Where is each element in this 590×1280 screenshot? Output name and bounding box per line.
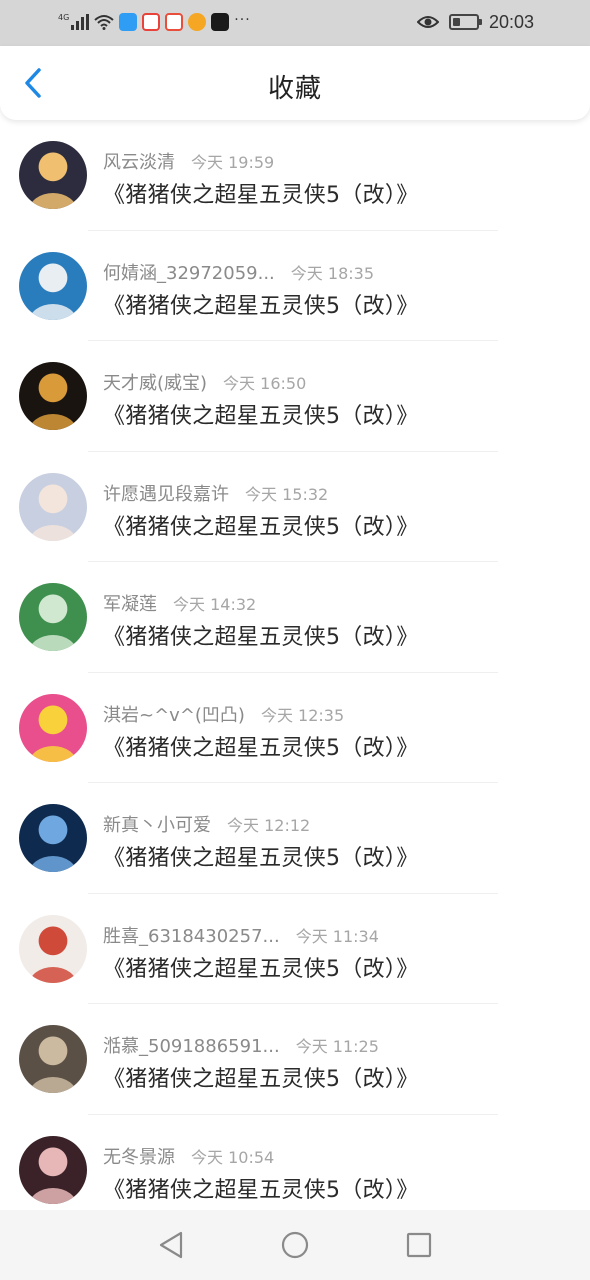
username: 湉慕_5091886591... [103,1036,280,1057]
avatar[interactable] [19,914,87,983]
avatar[interactable] [19,1025,87,1093]
favorite-title: 《猪猪侠之超星五灵侠5（改）》 [103,1067,419,1092]
weibo-icon [188,13,207,31]
network-type: 4G [58,12,70,22]
avatar[interactable] [19,251,87,320]
user-avatar-icon [29,1077,77,1093]
favorite-title: 《猪猪侠之超星五灵侠5（改）》 [103,735,419,761]
nav-recents-button[interactable] [389,1215,449,1275]
avatar[interactable] [19,804,87,872]
more-notifications-icon: ··· [234,12,251,28]
timestamp: 今天 12:35 [260,705,345,725]
avatar[interactable] [19,1135,87,1204]
circle-home-icon [281,1231,309,1259]
map-pin-app-icon [165,13,184,31]
avatar[interactable] [19,362,87,430]
list-item[interactable]: 许愿遇见段嘉许 今天 15:32 《猪猪侠之超星五灵侠5（改）》 [0,452,590,562]
timestamp: 今天 14:32 [173,595,257,614]
username: 军凝莲 [103,594,157,615]
list-item[interactable]: 风云淡清 今天 19:59 《猪猪侠之超星五灵侠5（改）》 [0,120,590,231]
list-item[interactable]: 淇岩~^v^(凹凸) 今天 12:35 《猪猪侠之超星五灵侠5（改）》 [0,673,590,783]
list-item[interactable]: 天才威(威宝) 今天 16:50 《猪猪侠之超星五灵侠5（改）》 [0,341,590,452]
username: 淇岩~^v^(凹凸) [103,704,245,726]
signal-icon [71,14,90,30]
favorite-title: 《猪猪侠之超星五灵侠5（改）》 [103,514,419,540]
list-item[interactable]: 新真丶小可爱 今天 12:12 《猪猪侠之超星五灵侠5（改）》 [0,783,590,894]
user-line: 胜喜_6318430257... 今天 11:34 [103,922,379,948]
favorite-title: 《猪猪侠之超星五灵侠5（改）》 [103,183,419,208]
favorite-title: 《猪猪侠之超星五灵侠5（改）》 [103,404,419,429]
timestamp: 今天 11:34 [295,926,379,946]
square-recents-icon [406,1232,432,1258]
user-avatar-icon [29,856,77,872]
header: 收藏 [0,46,590,120]
battery-icon [448,14,482,30]
timestamp: 今天 16:50 [223,374,307,393]
user-line: 天才威(威宝) 今天 16:50 [103,369,306,395]
list-item[interactable]: 无冬景源 今天 10:54 《猪猪侠之超星五灵侠5（改）》 [0,1115,590,1211]
timestamp: 今天 12:12 [227,816,311,835]
user-avatar-icon [29,414,77,430]
user-line: 军凝莲 今天 14:32 [103,590,256,616]
clock: 20:03 [488,11,534,32]
page-title: 收藏 [267,74,322,104]
username: 胜喜_6318430257... [103,925,280,947]
list-item[interactable]: 军凝莲 今天 14:32 《猪猪侠之超星五灵侠5（改）》 [0,562,590,673]
favorite-title: 《猪猪侠之超星五灵侠5（改）》 [103,625,419,650]
user-line: 淇岩~^v^(凹凸) 今天 12:35 [103,701,344,727]
timestamp: 今天 18:35 [290,263,374,283]
user-avatar-icon [29,1187,77,1204]
username: 风云淡清 [103,152,175,173]
list-item[interactable]: 湉慕_5091886591... 今天 11:25 《猪猪侠之超星五灵侠5（改）》 [0,1004,590,1115]
status-right: 20:03 [416,11,534,33]
username: 新真丶小可爱 [103,815,211,836]
user-line: 许愿遇见段嘉许 今天 15:32 [103,480,328,506]
user-avatar-icon [29,303,77,320]
user-line: 何婧涵_32972059... 今天 18:35 [103,259,374,285]
timestamp: 今天 10:54 [191,1147,275,1167]
user-avatar-icon [29,193,77,209]
username: 无冬景源 [103,1146,175,1168]
timestamp: 今天 11:25 [295,1037,379,1056]
nav-home-button[interactable] [265,1215,325,1275]
user-line: 无冬景源 今天 10:54 [103,1143,274,1169]
timestamp: 今天 15:32 [245,484,329,504]
system-nav-bar [0,1210,590,1280]
eye-comfort-icon [416,16,439,28]
username: 何婧涵_32972059... [103,262,275,284]
avatar[interactable] [19,472,87,541]
status-left: 4G ··· [58,11,251,33]
user-avatar-icon [29,635,77,651]
user-avatar-icon [29,524,77,541]
favorite-title: 《猪猪侠之超星五灵侠5（改）》 [103,293,419,319]
user-avatar-icon [29,966,77,983]
tiktok-icon [211,13,230,31]
battery-level [452,18,460,26]
user-line: 新真丶小可爱 今天 12:12 [103,811,310,837]
favorite-title: 《猪猪侠之超星五灵侠5（改）》 [103,956,419,982]
status-bar: 4G ··· 20:03 [0,0,590,46]
list-item[interactable]: 胜喜_6318430257... 今天 11:34 《猪猪侠之超星五灵侠5（改）》 [0,894,590,1004]
user-avatar-icon [29,745,77,762]
favorites-list: 风云淡清 今天 19:59 《猪猪侠之超星五灵侠5（改）》 何婧涵_32972059.… [0,120,590,1210]
avatar[interactable] [19,583,87,651]
user-line: 湉慕_5091886591... 今天 11:25 [103,1032,379,1058]
favorite-title: 《猪猪侠之超星五灵侠5（改）》 [103,1177,419,1203]
username: 许愿遇见段嘉许 [103,483,229,505]
username: 天才威(威宝) [103,373,208,394]
avatar[interactable] [19,693,87,762]
favorite-title: 《猪猪侠之超星五灵侠5（改）》 [103,846,419,871]
video-app-icon [142,13,161,31]
list-item[interactable]: 何婧涵_32972059... 今天 18:35 《猪猪侠之超星五灵侠5（改）》 [0,231,590,341]
wifi-icon [94,15,114,30]
user-line: 风云淡清 今天 19:59 [103,148,274,174]
timestamp: 今天 19:59 [191,153,275,172]
qq-browser-icon [119,13,138,31]
triangle-back-icon [159,1231,183,1259]
avatar[interactable] [19,141,87,209]
nav-back-button[interactable] [141,1215,201,1275]
